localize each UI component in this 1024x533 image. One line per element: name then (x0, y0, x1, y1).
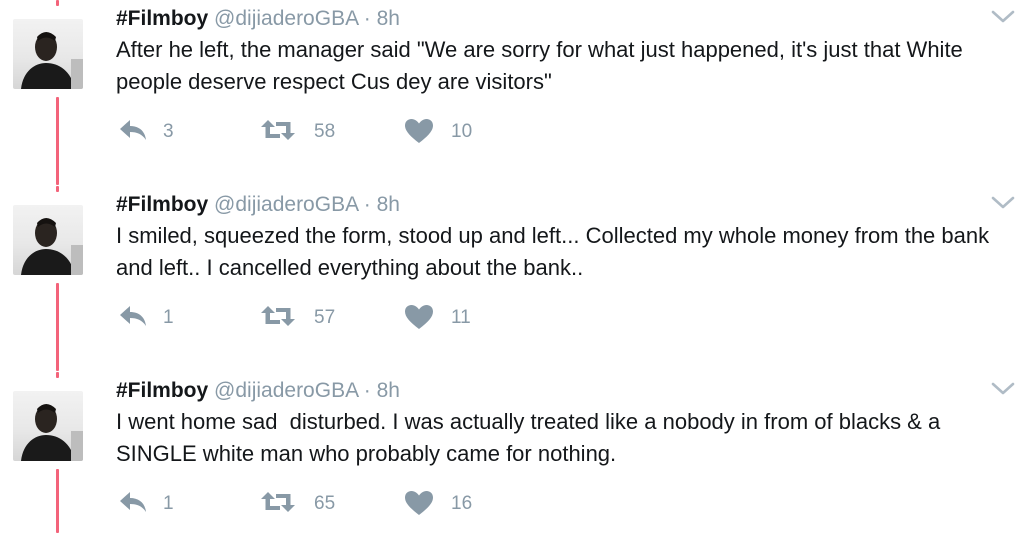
retweet-button[interactable]: 57 (260, 304, 360, 330)
reply-button[interactable]: 1 (116, 490, 196, 516)
tweet-text: I smiled, squeezed the form, stood up an… (116, 223, 996, 280)
like-button[interactable]: 16 (404, 490, 504, 516)
tweet-text: After he left, the manager said "We are … (116, 37, 969, 94)
reply-button[interactable]: 3 (116, 118, 196, 144)
tweet[interactable]: #Filmboy @dijiaderoGBA · 8h I smiled, sq… (0, 186, 1024, 371)
tweet[interactable]: #Filmboy @dijiaderoGBA · 8h I went home … (0, 372, 1024, 533)
retweet-button[interactable]: 58 (260, 118, 360, 144)
avatar-photo (21, 218, 83, 275)
reply-count: 3 (163, 121, 174, 142)
thread-connector (56, 469, 59, 533)
chevron-down-icon (991, 382, 1015, 395)
reply-count: 1 (163, 493, 174, 514)
tweet[interactable]: #Filmboy @dijiaderoGBA · 8h After he lef… (0, 0, 1024, 185)
avatar-photo (21, 32, 83, 89)
separator-dot: · (363, 7, 371, 30)
timestamp[interactable]: 8h (377, 7, 400, 30)
display-name[interactable]: #Filmboy (116, 7, 208, 30)
retweet-button[interactable]: 65 (260, 490, 360, 516)
timestamp[interactable]: 8h (377, 193, 400, 216)
more-options-button[interactable] (990, 380, 1016, 398)
chevron-down-icon (991, 10, 1015, 23)
thread-connector (56, 0, 59, 6)
like-button[interactable]: 11 (404, 304, 504, 330)
reply-icon (120, 306, 146, 326)
tweet-header: #Filmboy @dijiaderoGBA · 8h (116, 378, 400, 404)
like-button[interactable]: 10 (404, 118, 504, 144)
like-count: 16 (451, 493, 473, 514)
reply-button[interactable]: 1 (116, 304, 196, 330)
heart-icon (405, 305, 433, 329)
tweet-header: #Filmboy @dijiaderoGBA · 8h (116, 6, 400, 32)
retweet-count: 58 (314, 121, 336, 142)
avatar[interactable] (13, 205, 83, 275)
chevron-down-icon (991, 196, 1015, 209)
more-options-button[interactable] (990, 8, 1016, 26)
reply-count: 1 (163, 307, 174, 328)
user-handle[interactable]: @dijiaderoGBA (214, 379, 358, 402)
avatar-photo (21, 404, 83, 461)
retweet-icon (261, 120, 295, 140)
display-name[interactable]: #Filmboy (116, 379, 208, 402)
more-options-button[interactable] (990, 194, 1016, 212)
avatar[interactable] (13, 19, 83, 89)
heart-icon (405, 119, 433, 143)
like-count: 10 (451, 121, 473, 142)
thread-connector (56, 283, 59, 371)
thread-connector (56, 372, 59, 378)
thread-connector (56, 186, 59, 192)
thread-connector (56, 97, 59, 185)
avatar[interactable] (13, 391, 83, 461)
retweet-count: 65 (314, 493, 336, 514)
retweet-icon (261, 306, 295, 326)
tweet-text: I went home sad disturbed. I was actuall… (116, 409, 947, 466)
separator-dot: · (363, 379, 371, 402)
reply-icon (120, 492, 146, 512)
retweet-count: 57 (314, 307, 336, 328)
user-handle[interactable]: @dijiaderoGBA (214, 7, 358, 30)
retweet-icon (261, 492, 295, 512)
tweet-thread: #Filmboy @dijiaderoGBA · 8h After he lef… (0, 0, 1024, 533)
timestamp[interactable]: 8h (377, 379, 400, 402)
reply-icon (120, 120, 146, 140)
heart-icon (405, 491, 433, 515)
like-count: 11 (451, 307, 471, 328)
user-handle[interactable]: @dijiaderoGBA (214, 193, 358, 216)
separator-dot: · (363, 193, 371, 216)
tweet-header: #Filmboy @dijiaderoGBA · 8h (116, 192, 400, 218)
display-name[interactable]: #Filmboy (116, 193, 208, 216)
